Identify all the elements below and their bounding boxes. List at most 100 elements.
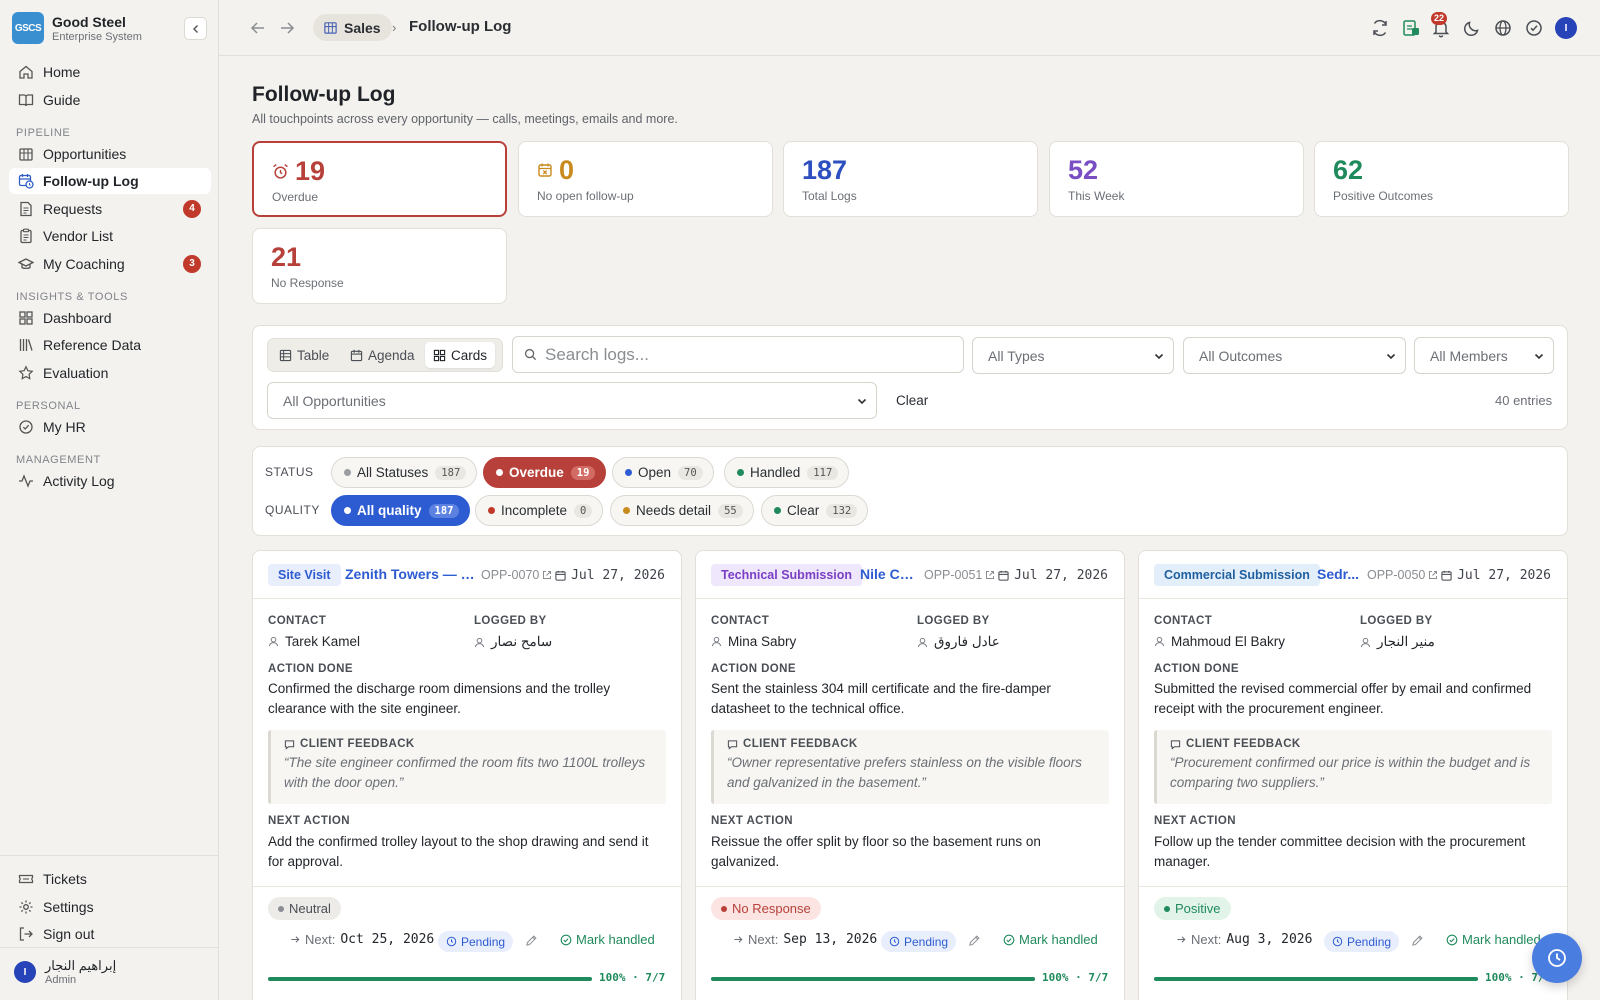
breadcrumb-parent[interactable]: Sales [313,14,392,41]
stat-card-total-logs[interactable]: 187 Total Logs [783,141,1038,217]
follow-up-card: Technical Submission Nile Co... OPP-0051… [695,550,1125,1000]
stat-card-no-open-follow-up[interactable]: 0 No open follow-up [518,141,773,217]
mark-handled-button[interactable]: Mark handled [1003,932,1098,947]
clock-icon [1548,949,1566,967]
section-label-personal: PERSONAL [16,399,81,412]
view-agenda-button[interactable]: Agenda [342,342,423,368]
pending-text: Pending [1347,934,1392,949]
moon-icon[interactable] [1462,18,1482,38]
check-circle-icon[interactable] [1524,18,1544,38]
opportunity-select[interactable]: All Opportunities [267,382,877,419]
alarm-icon [273,163,288,179]
action-done-label: ACTION DONE [711,663,796,675]
globe-icon[interactable] [1493,18,1513,38]
sidebar-item-guide[interactable]: Guide [9,87,211,113]
sidebar-item-my-coaching[interactable]: My Coaching 3 [9,251,211,277]
user-profile[interactable]: I إبراهيم النجار Admin [14,958,116,986]
sidebar-item-settings[interactable]: Settings [9,894,211,920]
sidebar-item-sign-out[interactable]: Sign out [9,921,211,947]
opportunity-link[interactable]: Sedr... [1317,566,1361,582]
status-chip-all[interactable]: All Statuses 187 [331,457,478,488]
collapse-sidebar-button[interactable] [184,17,207,40]
client-feedback-label: CLIENT FEEDBACK [284,738,666,750]
sidebar-item-home[interactable]: Home [9,59,211,85]
mark-handled-button[interactable]: Mark handled [560,932,655,947]
sheet-export-icon[interactable] [1401,18,1421,38]
quality-chip-clear[interactable]: Clear 132 [761,495,869,526]
brand[interactable]: GSCS Good Steel Enterprise System [12,12,142,44]
chip-label: Clear [787,503,820,518]
history-fab-button[interactable] [1532,933,1582,983]
opportunity-link[interactable]: Nile Co... [860,566,918,582]
quality-chip-incomplete[interactable]: Incomplete 0 [475,495,604,526]
book-icon [18,93,34,106]
type-select[interactable]: All Types [972,337,1174,374]
quality-chip-needs-detail[interactable]: Needs detail 55 [610,495,754,526]
status-chip-handled[interactable]: Handled 117 [724,457,850,488]
mark-handled-text: Mark handled [1019,932,1098,947]
edit-pencil-icon[interactable] [525,934,538,947]
sidebar-item-tickets[interactable]: Tickets [9,866,211,892]
quality-chip-all[interactable]: All quality 187 [331,495,471,526]
progress-fill [1154,977,1478,981]
refresh-icon[interactable] [1370,18,1390,38]
member-select[interactable]: All Members [1414,337,1554,374]
status-chip-open[interactable]: Open 70 [612,457,714,488]
status-row-label: STATUS [265,465,314,479]
requests-count-badge: 4 [183,199,201,218]
chip-label: Incomplete [501,503,568,518]
view-table-button[interactable]: Table [271,342,337,368]
forward-arrow-icon[interactable] [278,19,296,37]
view-cards-button[interactable]: Cards [425,342,496,368]
edit-pencil-icon[interactable] [968,934,981,947]
sidebar-item-dashboard[interactable]: Dashboard [9,305,211,331]
sidebar-item-my-hr[interactable]: My HR [9,414,211,440]
opportunity-link[interactable]: Zenith Towers — He... [345,566,475,582]
sidebar: GSCS Good Steel Enterprise System Home G… [0,0,219,1000]
sidebar-item-opportunities[interactable]: Opportunities [9,141,211,167]
activity-type-tag: Site Visit [268,564,341,586]
user-icon [1154,636,1165,647]
top-avatar[interactable]: I [1555,17,1577,39]
breadcrumb-current: Follow-up Log [409,18,512,35]
sidebar-item-vendor-list[interactable]: Vendor List [9,223,211,249]
sidebar-item-activity-log[interactable]: Activity Log [9,468,211,494]
building-icon [19,147,33,161]
next-action-label: NEXT ACTION [711,815,793,827]
action-done-text: Submitted the revised commercial offer b… [1154,681,1532,716]
client-feedback-label: CLIENT FEEDBACK [1170,738,1552,750]
status-chip-overdue[interactable]: Overdue 19 [483,457,607,488]
sidebar-item-label: Dashboard [43,309,112,326]
contact-name: Mina Sabry [711,634,796,649]
opportunity-select-value: All Opportunities [283,392,386,409]
sidebar-item-requests[interactable]: Requests 4 [9,196,211,222]
clear-filters-button[interactable]: Clear [896,393,928,408]
arrow-right-icon [291,936,300,943]
mark-handled-button[interactable]: Mark handled [1446,932,1541,947]
back-arrow-icon[interactable] [249,19,267,37]
stat-card-overdue[interactable]: 19 Overdue [252,141,507,217]
sidebar-item-label: Activity Log [43,472,115,489]
checklist-progress-bar [711,977,1035,981]
section-label-pipeline: PIPELINE [16,126,71,139]
stat-card-no-response[interactable]: 21 No Response [252,228,507,304]
edit-pencil-icon[interactable] [1411,934,1424,947]
stat-value: 62 [1333,154,1364,185]
user-icon [917,637,928,647]
sidebar-item-follow-up-log[interactable]: Follow-up Log [9,168,211,194]
stat-card-this-week[interactable]: 52 This Week [1049,141,1304,217]
outcome-select[interactable]: All Outcomes [1183,337,1406,374]
opportunity-code[interactable]: OPP-0050 [1367,568,1438,582]
sidebar-item-evaluation[interactable]: Evaluation [9,360,211,386]
client-feedback-label: CLIENT FEEDBACK [727,738,1109,750]
search-input[interactable]: Search logs... [512,336,964,373]
sidebar-divider [0,855,219,856]
check-circle-icon [1003,934,1015,945]
chip-label: Overdue [509,465,564,480]
sidebar-item-reference-data[interactable]: Reference Data [9,332,211,358]
stat-value: 52 [1068,154,1099,185]
outcome-dot [1164,905,1170,912]
opportunity-code[interactable]: OPP-0070 [481,568,552,582]
opportunity-code[interactable]: OPP-0051 [924,568,995,582]
stat-card-positive-outcomes[interactable]: 62 Positive Outcomes [1314,141,1569,217]
